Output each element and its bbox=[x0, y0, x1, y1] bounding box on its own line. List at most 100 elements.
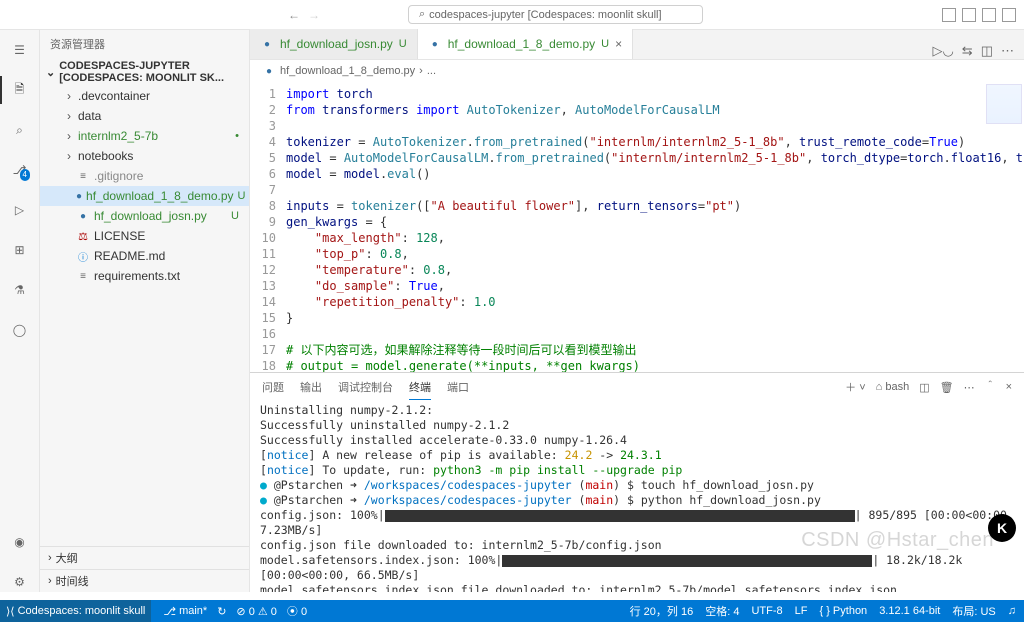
command-center[interactable]: ⌕ codespaces-jupyter [Codespaces: moonli… bbox=[408, 5, 703, 24]
run-debug-icon[interactable]: ▷ bbox=[10, 200, 30, 220]
split-terminal-icon[interactable]: ◫ bbox=[919, 381, 929, 394]
editor-actions: ▷◡ ⇆ ◫ ⋯ bbox=[922, 43, 1024, 59]
workspace-folder[interactable]: ⌄ CODESPACES-JUPYTER [CODESPACES: MOONLI… bbox=[40, 58, 249, 86]
scm-badge: 4 bbox=[20, 169, 30, 181]
run-icon[interactable]: ▷◡ bbox=[932, 43, 953, 59]
activity-bar: ☰ 🗎 ⌕ ⎇4 ▷ ⊞ ⚗ ◯ ◉ ⚙ bbox=[0, 30, 40, 592]
ports-status[interactable]: ⦿ 0 bbox=[287, 603, 307, 619]
folder-item[interactable]: ›.devcontainer bbox=[40, 86, 249, 106]
new-terminal-icon[interactable]: ＋ ˅ bbox=[845, 379, 865, 395]
folder-name: CODESPACES-JUPYTER [CODESPACES: MOONLIT … bbox=[59, 60, 243, 84]
file-icon bbox=[76, 189, 82, 203]
file-icon bbox=[76, 269, 90, 283]
extensions-icon[interactable]: ⊞ bbox=[10, 240, 30, 260]
panel-tabs: 问题输出调试控制台终端端口 ＋ ˅ ⌂ bash ◫ 🗑 ⋯ ＾ × bbox=[250, 373, 1024, 401]
panel-tab[interactable]: 输出 bbox=[300, 375, 322, 399]
source-control-icon[interactable]: ⎇4 bbox=[10, 160, 30, 180]
nav-forward-icon[interactable]: → bbox=[308, 8, 320, 22]
window-title: codespaces-jupyter [Codespaces: moonlit … bbox=[429, 9, 661, 21]
editor-tab[interactable]: hf_download_1_8_demo.py U × bbox=[418, 29, 633, 59]
problems-status[interactable]: ⊘ 0 ⚠ 0 bbox=[236, 605, 276, 618]
git-branch[interactable]: ⎇ main* bbox=[163, 605, 207, 618]
maximize-panel-icon[interactable]: ＾ bbox=[985, 379, 996, 395]
status-bar: ⟩⟨ Codespaces: moonlit skull ⎇ main* ↻ ⊘… bbox=[0, 600, 1024, 622]
chevron-down-icon: ⌄ bbox=[46, 66, 55, 79]
explorer-sidebar: 资源管理器 ⌄ CODESPACES-JUPYTER [CODESPACES: … bbox=[40, 30, 250, 592]
file-icon bbox=[76, 229, 90, 243]
search-icon[interactable]: ⌕ bbox=[10, 120, 30, 140]
file-item[interactable]: requirements.txt bbox=[40, 266, 249, 286]
split-icon[interactable]: ◫ bbox=[981, 43, 993, 59]
file-item[interactable]: LICENSE bbox=[40, 226, 249, 246]
notifications-icon[interactable]: ♫ bbox=[1008, 603, 1016, 619]
code-editor[interactable]: 1234567891011121314151617181920 import t… bbox=[250, 82, 1024, 372]
file-item[interactable]: hf_download_josn.pyU bbox=[40, 206, 249, 226]
folder-item[interactable]: ›internlm2_5-7b• bbox=[40, 126, 249, 146]
chevron-right-icon: › bbox=[64, 149, 74, 163]
folder-item[interactable]: ›notebooks bbox=[40, 146, 249, 166]
title-bar: ← → ⌕ codespaces-jupyter [Codespaces: mo… bbox=[0, 0, 1024, 30]
panel-tab[interactable]: 端口 bbox=[447, 375, 469, 399]
python-interpreter[interactable]: 3.12.1 64-bit bbox=[879, 603, 940, 619]
layout-left-icon[interactable] bbox=[942, 8, 956, 22]
code-content[interactable]: import torch from transformers import Au… bbox=[286, 82, 1024, 372]
python-file-icon bbox=[428, 37, 442, 51]
help-badge-icon[interactable]: K bbox=[988, 514, 1016, 542]
encoding[interactable]: UTF-8 bbox=[751, 603, 782, 619]
more-icon[interactable]: ⋯ bbox=[1001, 43, 1014, 59]
folder-item[interactable]: ›data bbox=[40, 106, 249, 126]
editor-tab[interactable]: hf_download_josn.py U bbox=[250, 29, 418, 59]
panel-tab[interactable]: 终端 bbox=[409, 375, 431, 400]
search-icon: ⌕ bbox=[419, 8, 425, 21]
chevron-right-icon: › bbox=[64, 109, 74, 123]
file-item[interactable]: hf_download_1_8_demo.pyU bbox=[40, 186, 249, 206]
file-icon bbox=[76, 249, 90, 263]
terminal-profile[interactable]: ⌂ bash bbox=[876, 381, 910, 393]
nav-back-icon[interactable]: ← bbox=[288, 8, 300, 22]
panel-more-icon[interactable]: ⋯ bbox=[964, 381, 975, 394]
menu-icon[interactable]: ☰ bbox=[10, 40, 30, 60]
close-tab-icon[interactable]: × bbox=[615, 37, 622, 51]
python-file-icon bbox=[262, 64, 276, 78]
bottom-panel: 问题输出调试控制台终端端口 ＋ ˅ ⌂ bash ◫ 🗑 ⋯ ＾ × Unins… bbox=[250, 372, 1024, 592]
settings-icon[interactable]: ⚙ bbox=[10, 572, 30, 592]
chevron-right-icon: › bbox=[64, 129, 74, 143]
eol[interactable]: LF bbox=[795, 603, 808, 619]
chevron-right-icon: › bbox=[64, 89, 74, 103]
file-icon bbox=[76, 209, 90, 223]
remote-indicator[interactable]: ⟩⟨ Codespaces: moonlit skull bbox=[0, 600, 151, 622]
terminal-content[interactable]: Uninstalling numpy-2.1.2: Successfully u… bbox=[250, 401, 1024, 592]
file-icon bbox=[76, 169, 90, 183]
sidebar-title: 资源管理器 bbox=[40, 30, 249, 58]
panel-tab[interactable]: 调试控制台 bbox=[338, 375, 393, 399]
language-mode[interactable]: { } Python bbox=[819, 603, 867, 619]
github-icon[interactable]: ◯ bbox=[10, 320, 30, 340]
keyboard-layout[interactable]: 布局: US bbox=[952, 603, 995, 619]
timeline-section[interactable]: ›时间线 bbox=[40, 569, 249, 592]
indentation[interactable]: 空格: 4 bbox=[705, 603, 739, 619]
editor-area: hf_download_josn.py Uhf_download_1_8_dem… bbox=[250, 30, 1024, 592]
breadcrumb[interactable]: hf_download_1_8_demo.py › ... bbox=[250, 60, 1024, 82]
file-item[interactable]: README.md bbox=[40, 246, 249, 266]
layout-right-icon[interactable] bbox=[982, 8, 996, 22]
outline-section[interactable]: ›大纲 bbox=[40, 546, 249, 569]
sync-icon[interactable]: ↻ bbox=[217, 605, 226, 618]
python-file-icon bbox=[260, 37, 274, 51]
breadcrumb-rest: ... bbox=[427, 65, 436, 77]
accounts-icon[interactable]: ◉ bbox=[10, 532, 30, 552]
panel-tab[interactable]: 问题 bbox=[262, 375, 284, 399]
close-panel-icon[interactable]: × bbox=[1006, 381, 1012, 393]
line-gutter: 1234567891011121314151617181920 bbox=[250, 82, 286, 372]
breadcrumb-file: hf_download_1_8_demo.py bbox=[280, 65, 415, 77]
file-item[interactable]: .gitignore bbox=[40, 166, 249, 186]
testing-icon[interactable]: ⚗ bbox=[10, 280, 30, 300]
layout-bottom-icon[interactable] bbox=[962, 8, 976, 22]
layout-custom-icon[interactable] bbox=[1002, 8, 1016, 22]
explorer-icon[interactable]: 🗎 bbox=[10, 80, 30, 100]
cursor-position[interactable]: 行 20，列 16 bbox=[630, 603, 694, 619]
layout-controls[interactable] bbox=[942, 8, 1016, 22]
file-tree: ›.devcontainer›data›internlm2_5-7b•›note… bbox=[40, 86, 249, 286]
minimap[interactable] bbox=[986, 84, 1022, 124]
kill-terminal-icon[interactable]: 🗑 bbox=[940, 381, 954, 394]
compare-icon[interactable]: ⇆ bbox=[962, 43, 973, 59]
